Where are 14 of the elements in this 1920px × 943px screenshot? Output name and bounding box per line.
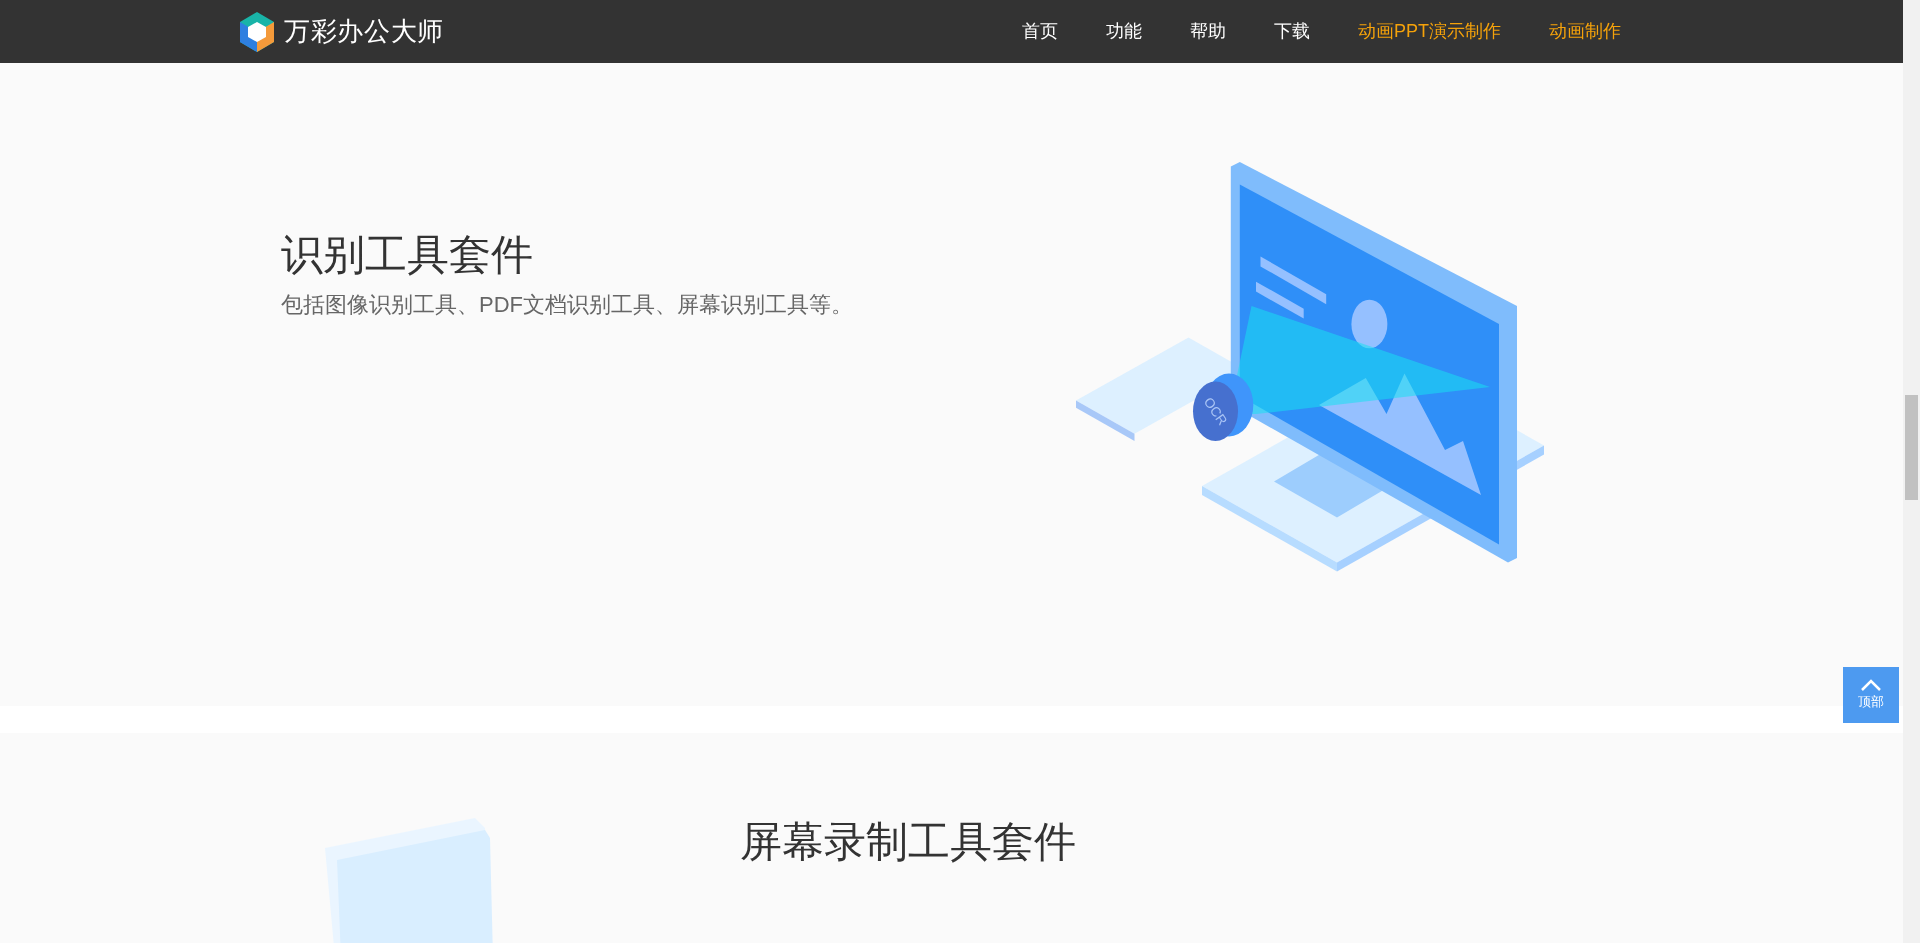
section-title: 识别工具套件 (281, 230, 534, 280)
nav-link[interactable]: 动画PPT演示制作 (1334, 18, 1525, 45)
scrollbar[interactable] (1903, 0, 1920, 943)
section-title: 屏幕录制工具套件 (740, 817, 1076, 867)
nav-link[interactable]: 功能 (1082, 18, 1166, 45)
nav-link[interactable]: 动画制作 (1525, 18, 1645, 45)
section-description: 包括图像识别工具、PDF文档识别工具、屏幕识别工具等。 (281, 290, 854, 319)
nav-link[interactable]: 下载 (1250, 18, 1334, 45)
chevron-up-icon (1860, 678, 1882, 691)
nav-link[interactable]: 帮助 (1166, 18, 1250, 45)
cube-logo-icon (238, 10, 276, 53)
site-logo[interactable]: 万彩办公大师 (238, 10, 444, 53)
nav-link[interactable]: 首页 (998, 18, 1082, 45)
scrollbar-thumb[interactable] (1905, 395, 1918, 500)
